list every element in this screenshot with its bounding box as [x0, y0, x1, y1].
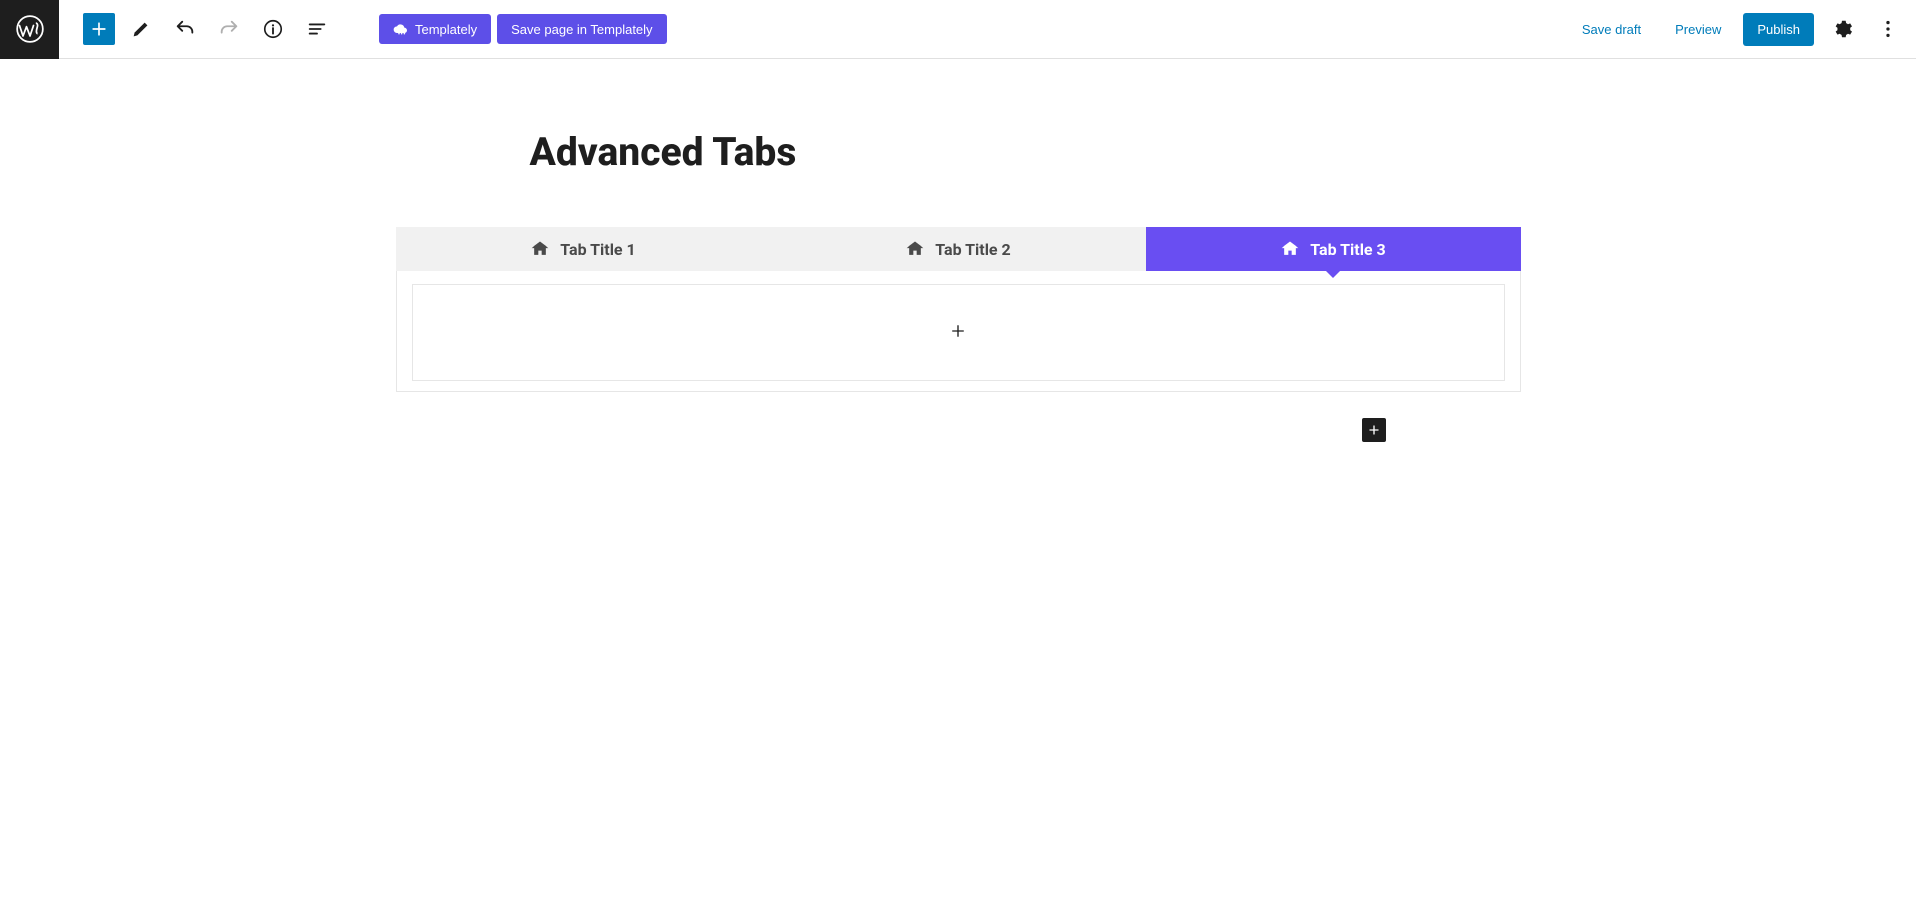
tabs-body[interactable] — [412, 284, 1505, 381]
toolbar-left: Templately Save page in Templately — [59, 11, 667, 47]
save-templately-button[interactable]: Save page in Templately — [497, 14, 666, 44]
redo-button — [211, 11, 247, 47]
save-templately-label: Save page in Templately — [511, 22, 652, 37]
settings-button[interactable] — [1824, 11, 1860, 47]
wordpress-logo-button[interactable] — [0, 0, 59, 59]
add-content-button[interactable] — [949, 322, 967, 344]
advanced-tabs-block[interactable]: Tab Title 1 Tab Title 2 Tab Title 3 — [396, 227, 1521, 392]
templately-group: Templately Save page in Templately — [379, 14, 667, 44]
block-appender-button[interactable] — [1362, 418, 1386, 442]
redo-icon — [218, 18, 240, 40]
list-view-icon — [306, 18, 328, 40]
toolbar-right: Save draft Preview Publish — [1570, 11, 1916, 47]
wordpress-icon — [16, 15, 44, 43]
tab-item-3[interactable]: Tab Title 3 — [1146, 227, 1521, 271]
save-draft-button[interactable]: Save draft — [1570, 14, 1653, 45]
plus-icon — [89, 19, 109, 39]
block-inserter-button[interactable] — [83, 13, 115, 45]
templately-label: Templately — [415, 22, 477, 37]
info-button[interactable] — [255, 11, 291, 47]
page-title[interactable]: Advanced Tabs — [396, 129, 1521, 175]
tab-item-2[interactable]: Tab Title 2 — [771, 227, 1146, 271]
list-view-button[interactable] — [299, 11, 335, 47]
undo-icon — [174, 18, 196, 40]
editor-canvas: Advanced Tabs Tab Title 1 Tab Title 2 Ta… — [0, 59, 1916, 442]
home-icon — [1280, 239, 1300, 259]
plus-icon — [1366, 422, 1382, 438]
edit-mode-button[interactable] — [123, 11, 159, 47]
more-vertical-icon — [1877, 18, 1899, 40]
block-appender-row — [396, 418, 1521, 442]
info-icon — [262, 18, 284, 40]
gear-icon — [1831, 18, 1853, 40]
plus-icon — [949, 322, 967, 340]
tab-label: Tab Title 1 — [560, 240, 635, 259]
home-icon — [530, 239, 550, 259]
tab-item-1[interactable]: Tab Title 1 — [396, 227, 771, 271]
templately-button[interactable]: Templately — [379, 14, 491, 44]
cloud-icon — [393, 21, 409, 37]
undo-button[interactable] — [167, 11, 203, 47]
publish-button[interactable]: Publish — [1743, 13, 1814, 46]
pencil-icon — [130, 18, 152, 40]
tab-label: Tab Title 2 — [935, 240, 1010, 259]
more-options-button[interactable] — [1870, 11, 1906, 47]
tabs-header: Tab Title 1 Tab Title 2 Tab Title 3 — [396, 227, 1521, 271]
tab-label: Tab Title 3 — [1310, 240, 1385, 259]
preview-button[interactable]: Preview — [1663, 14, 1733, 45]
editor-topbar: Templately Save page in Templately Save … — [0, 0, 1916, 59]
home-icon — [905, 239, 925, 259]
tabs-body-outer — [396, 271, 1521, 392]
